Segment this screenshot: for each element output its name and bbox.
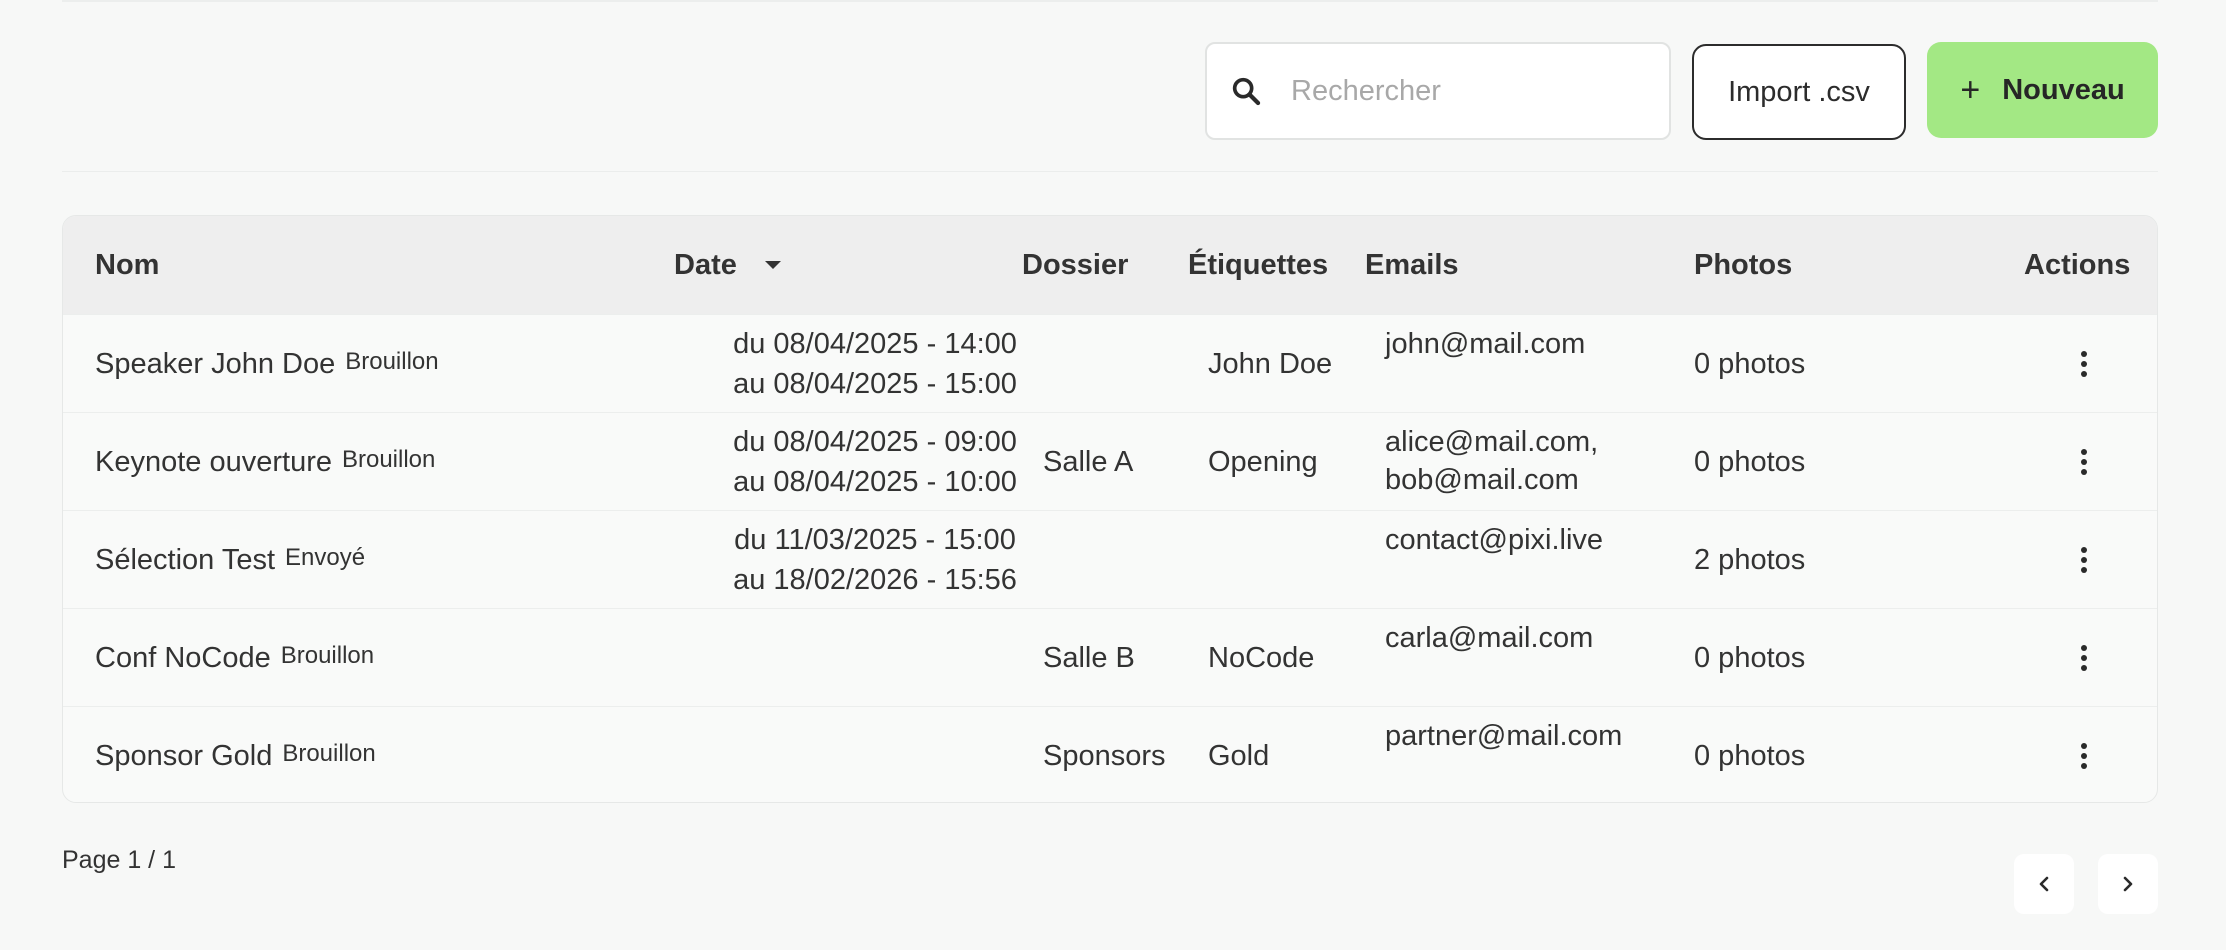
header-name[interactable]: Nom (95, 216, 159, 314)
status-badge: Brouillon (280, 642, 375, 669)
search-icon (1232, 77, 1261, 106)
row-photos: 0 photos (1694, 739, 1806, 772)
row-actions-cell (2069, 609, 2099, 707)
status-badge: Brouillon (341, 446, 436, 473)
row-date-cell: du 08/04/2025 - 14:00 au 08/04/2025 - 15:… (673, 315, 1077, 413)
chevron-left-icon (2039, 876, 2049, 892)
more-vertical-icon[interactable] (2081, 449, 2087, 475)
table-row[interactable]: Conf NoCode Brouillon Salle B NoCode carl… (63, 608, 2157, 707)
row-name-cell: Speaker John Doe Brouillon (95, 315, 439, 413)
table-row[interactable]: Keynote ouverture Brouillon du 08/04/2025… (63, 412, 2157, 511)
plus-icon: + (1960, 71, 1981, 109)
row-dossier: Sponsors (1043, 739, 1166, 772)
caret-down-icon[interactable] (764, 261, 781, 269)
row-dossier: Salle A (1043, 445, 1134, 478)
row-emails: contact@pixi.live (1385, 511, 1603, 609)
row-actions-cell (2069, 315, 2099, 413)
email-1: alice@mail.com, (1385, 426, 1599, 458)
import-csv-label: Import .csv (1728, 75, 1870, 108)
row-emails: partner@mail.com (1385, 707, 1623, 802)
header-tags[interactable]: Étiquettes (1188, 216, 1328, 314)
more-vertical-icon[interactable] (2081, 645, 2087, 671)
import-csv-button[interactable]: Import .csv (1692, 44, 1906, 140)
header-actions: Actions (2024, 216, 2130, 314)
date-from: du 11/03/2025 - 15:00 (734, 524, 1016, 556)
header-name-label: Nom (95, 248, 160, 281)
top-divider (62, 0, 2158, 2)
email-1: john@mail.com (1385, 328, 1586, 360)
table-row[interactable]: Sponsor Gold Brouillon Sponsors Gold part… (63, 706, 2157, 802)
row-actions-cell (2069, 707, 2099, 802)
more-vertical-icon[interactable] (2081, 547, 2087, 573)
row-tags: Opening (1208, 445, 1318, 478)
table-row[interactable]: Sélection Test Envoyé du 11/03/2025 - 15:… (63, 510, 2157, 609)
status-badge: Brouillon (345, 348, 439, 375)
date-from: du 08/04/2025 - 14:00 (733, 328, 1017, 360)
chevron-right-icon (2123, 876, 2133, 892)
table-header: Nom Date Dossier Étiquettes Emails Photo… (63, 216, 2157, 314)
row-name: Conf NoCode (95, 641, 271, 674)
new-button-label: Nouveau (2002, 73, 2125, 106)
table-row[interactable]: Speaker John Doe Brouillon du 08/04/2025 … (63, 314, 2157, 413)
date-from: du 08/04/2025 - 09:00 (733, 426, 1017, 458)
header-tags-label: Étiquettes (1188, 248, 1329, 281)
header-photos[interactable]: Photos (1694, 216, 1792, 314)
header-dossier-label: Dossier (1022, 248, 1129, 281)
email-1: carla@mail.com (1385, 622, 1594, 654)
status-badge: Envoyé (285, 544, 366, 571)
row-name: Keynote ouverture (95, 445, 332, 478)
row-photos: 0 photos (1694, 445, 1806, 478)
email-1: partner@mail.com (1385, 720, 1623, 752)
header-emails-label: Emails (1365, 248, 1459, 281)
email-1: contact@pixi.live (1385, 524, 1604, 556)
header-emails[interactable]: Emails (1365, 216, 1459, 314)
row-tags: Gold (1208, 739, 1270, 772)
row-emails: carla@mail.com (1385, 609, 1593, 707)
page-indicator: Page 1 / 1 (62, 846, 176, 874)
row-photos: 0 photos (1694, 641, 1806, 674)
row-name-cell: Keynote ouverture Brouillon (95, 413, 435, 511)
email-2: bob@mail.com (1385, 464, 1579, 496)
row-emails: john@mail.com (1385, 315, 1585, 413)
search-box[interactable] (1205, 42, 1671, 140)
items-table: Nom Date Dossier Étiquettes Emails Photo… (62, 215, 2158, 803)
row-name: Sponsor Gold (95, 739, 273, 772)
header-date-label: Date (674, 248, 737, 281)
row-tags: John Doe (1208, 347, 1333, 380)
header-date[interactable]: Date (674, 216, 781, 314)
row-tags: NoCode (1208, 641, 1315, 674)
date-to: au 18/02/2026 - 15:56 (733, 564, 1017, 596)
date-to: au 08/04/2025 - 15:00 (733, 368, 1017, 400)
row-name-cell: Sélection Test Envoyé (95, 511, 365, 609)
toolbar-divider (62, 171, 2158, 172)
row-name-cell: Sponsor Gold Brouillon (95, 707, 376, 802)
row-name: Sélection Test (95, 543, 276, 576)
row-photos: 2 photos (1694, 543, 1806, 576)
row-date-cell (673, 707, 1077, 802)
prev-page-button[interactable] (2014, 854, 2074, 914)
more-vertical-icon[interactable] (2081, 351, 2087, 377)
header-actions-label: Actions (2024, 248, 2131, 281)
status-badge: Brouillon (282, 740, 376, 767)
header-photos-label: Photos (1694, 248, 1793, 281)
row-name-cell: Conf NoCode Brouillon (95, 609, 374, 707)
row-photos: 0 photos (1694, 347, 1806, 380)
new-button[interactable]: + Nouveau (1927, 42, 2158, 138)
row-date-cell (673, 609, 1077, 707)
header-dossier[interactable]: Dossier (1022, 216, 1128, 314)
row-emails: alice@mail.com, bob@mail.com (1385, 413, 1598, 511)
next-page-button[interactable] (2098, 854, 2158, 914)
row-dossier: Salle B (1043, 641, 1135, 674)
row-actions-cell (2069, 511, 2099, 609)
row-actions-cell (2069, 413, 2099, 511)
row-date-cell: du 08/04/2025 - 09:00 au 08/04/2025 - 10:… (673, 413, 1077, 511)
row-name: Speaker John Doe (95, 347, 336, 380)
date-to: au 08/04/2025 - 10:00 (733, 466, 1017, 498)
search-input[interactable] (1289, 73, 1633, 109)
more-vertical-icon[interactable] (2081, 743, 2087, 769)
row-date-cell: du 11/03/2025 - 15:00 au 18/02/2026 - 15:… (673, 511, 1077, 609)
